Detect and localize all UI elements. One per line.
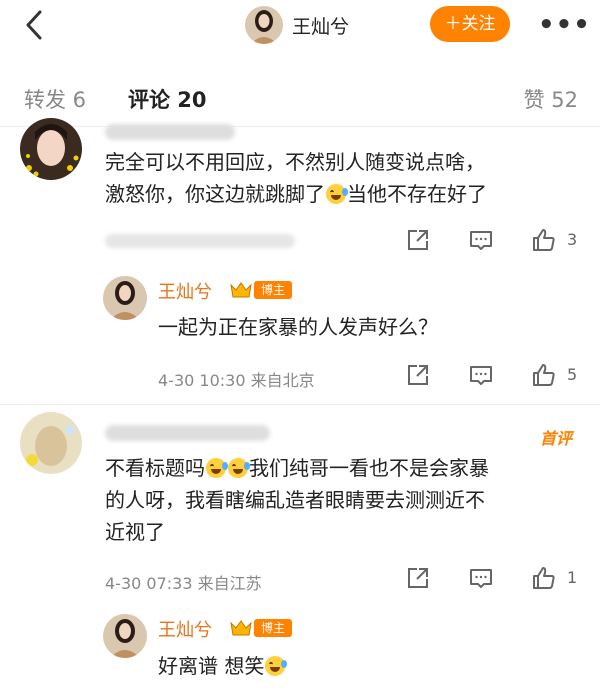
share-icon[interactable]	[405, 227, 431, 253]
reply-author-name[interactable]: 王灿兮	[158, 278, 212, 304]
laugh-cry-emoji-icon	[265, 656, 288, 676]
like-count: 3	[567, 230, 578, 249]
commenter-name-blurred	[105, 124, 235, 140]
author-reply-avatar[interactable]	[103, 276, 147, 320]
like-count: 5	[567, 365, 578, 384]
blogger-badge: 博主	[254, 619, 292, 637]
comment-divider	[0, 404, 600, 405]
commenter-name-blurred	[105, 425, 270, 441]
chevron-left-icon[interactable]	[20, 8, 50, 42]
author-avatar[interactable]	[245, 6, 283, 44]
share-icon[interactable]	[405, 362, 431, 388]
reply-time: 4-30 10:30 来自北京	[158, 371, 315, 390]
first-comment-tag: 首评	[539, 429, 572, 448]
comment-time: 4-30 07:33 来自江苏	[105, 574, 262, 593]
tab-divider	[0, 126, 600, 127]
reply-actions: 5	[405, 362, 585, 388]
crown-icon	[230, 282, 252, 298]
comment-text: 不看标题吗 我们纯哥一看也不是会家暴 的人呀，我看瞎编乱造者眼睛要去测测近不 近视…	[105, 456, 489, 544]
blogger-badge: 博主	[254, 281, 292, 299]
top-bar: 王灿兮 ＋关注 •••	[0, 0, 600, 50]
tab-reposts[interactable]: 转发 6	[24, 84, 86, 114]
share-icon[interactable]	[405, 565, 431, 591]
reply-text: 好离谱 想笑	[158, 650, 288, 682]
comment-icon[interactable]	[468, 227, 494, 253]
author-name[interactable]: 王灿兮	[292, 12, 349, 39]
comment-time-blurred	[105, 234, 295, 248]
laugh-cry-emoji-icon	[228, 458, 250, 478]
tab-likes[interactable]: 赞 52	[524, 84, 578, 114]
reply-author-name[interactable]: 王灿兮	[158, 616, 212, 642]
comment-text: 完全可以不用回应，不然别人随变说点啥， 激怒你，你这边就跳脚了 当他不存在好了	[105, 150, 487, 206]
commenter-avatar[interactable]	[20, 412, 82, 474]
commenter-avatar[interactable]	[20, 118, 82, 180]
comment-actions: 3	[405, 227, 585, 253]
thumbs-up-icon[interactable]	[531, 565, 557, 591]
comment-icon[interactable]	[468, 362, 494, 388]
more-icon[interactable]: •••	[538, 10, 591, 40]
crown-icon	[230, 620, 252, 636]
laugh-cry-emoji-icon	[206, 458, 228, 478]
reply-text: 一起为正在家暴的人发声好么？	[158, 315, 438, 339]
tab-bar: 转发 6 评论 20 赞 52	[0, 80, 600, 120]
tab-comments[interactable]: 评论 20	[128, 84, 207, 114]
author-reply-avatar[interactable]	[103, 614, 147, 658]
comment-icon[interactable]	[468, 565, 494, 591]
comment-actions: 1	[405, 565, 585, 591]
follow-button[interactable]: ＋关注	[430, 6, 510, 42]
thumbs-up-icon[interactable]	[531, 227, 557, 253]
thumbs-up-icon[interactable]	[531, 362, 557, 388]
like-count: 1	[567, 568, 578, 587]
laugh-cry-emoji-icon	[326, 184, 348, 204]
